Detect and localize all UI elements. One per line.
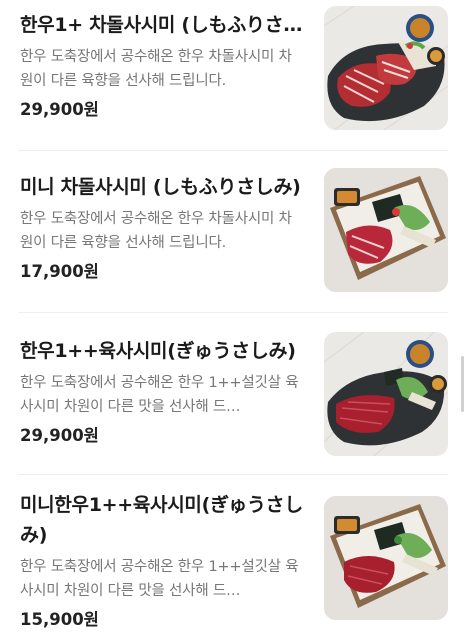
- menu-item-price: 15,900원: [20, 610, 99, 629]
- food-photo-wooden-box: [324, 168, 448, 292]
- menu-item-photo[interactable]: [324, 496, 448, 620]
- menu-item-name: 미니한우1++육사시미(ぎゅうさしみ): [20, 494, 303, 546]
- menu-item-description: 한우 도축장에서 공수해온 한우 1++설깃살 육사시미 차원이 다른 맛을 선…: [20, 559, 299, 599]
- menu-item-text: 한우1++육사시미(ぎゅうさしみ) 한우 도축장에서 공수해온 한우 1++설깃…: [20, 336, 304, 447]
- food-photo-slate-platter: [324, 332, 448, 456]
- menu-item-photo[interactable]: [324, 168, 448, 292]
- menu-item-price: 29,900원: [20, 100, 99, 119]
- menu-item-photo[interactable]: [324, 6, 448, 130]
- menu-item-price: 17,900원: [20, 262, 99, 281]
- menu-item-name: 한우1+ 차돌사시미 (しもふりさし…: [20, 14, 304, 36]
- menu-item-1[interactable]: 한우1+ 차돌사시미 (しもふりさし… 한우 도축장에서 공수해온 한우 차돌사…: [0, 6, 466, 140]
- divider: [18, 474, 448, 475]
- menu-item-2[interactable]: 미니 차돌사시미 (しもふりさしみ) 한우 도축장에서 공수해온 한우 차돌사시…: [0, 168, 466, 302]
- menu-item-text: 미니 차돌사시미 (しもふりさしみ) 한우 도축장에서 공수해온 한우 차돌사시…: [20, 172, 304, 283]
- food-photo-slate-platter: [324, 6, 448, 130]
- divider: [18, 150, 448, 151]
- menu-item-description: 한우 도축장에서 공수해온 한우 1++설깃살 육사시미 차원이 다른 맛을 선…: [20, 375, 299, 415]
- menu-item-description: 한우 도축장에서 공수해온 한우 차돌사시미 차원이 다른 육향을 선사해 드립…: [20, 211, 292, 251]
- menu-item-4[interactable]: 미니한우1++육사시미(ぎゅうさしみ) 한우 도축장에서 공수해온 한우 1++…: [0, 490, 466, 630]
- menu-item-price: 29,900원: [20, 426, 99, 445]
- menu-item-3[interactable]: 한우1++육사시미(ぎゅうさしみ) 한우 도축장에서 공수해온 한우 1++설깃…: [0, 332, 466, 466]
- menu-item-photo[interactable]: [324, 332, 448, 456]
- food-photo-wooden-box: [324, 496, 448, 620]
- menu-item-name: 한우1++육사시미(ぎゅうさしみ): [20, 340, 296, 362]
- menu-item-text: 한우1+ 차돌사시미 (しもふりさし… 한우 도축장에서 공수해온 한우 차돌사…: [20, 10, 304, 121]
- menu-item-text: 미니한우1++육사시미(ぎゅうさしみ) 한우 도축장에서 공수해온 한우 1++…: [20, 490, 304, 631]
- scrollbar[interactable]: [461, 356, 464, 412]
- menu-item-description: 한우 도축장에서 공수해온 한우 차돌사시미 차원이 다른 육향을 선사해 드립…: [20, 49, 292, 89]
- divider: [18, 312, 448, 313]
- menu-item-name: 미니 차돌사시미 (しもふりさしみ): [20, 176, 301, 198]
